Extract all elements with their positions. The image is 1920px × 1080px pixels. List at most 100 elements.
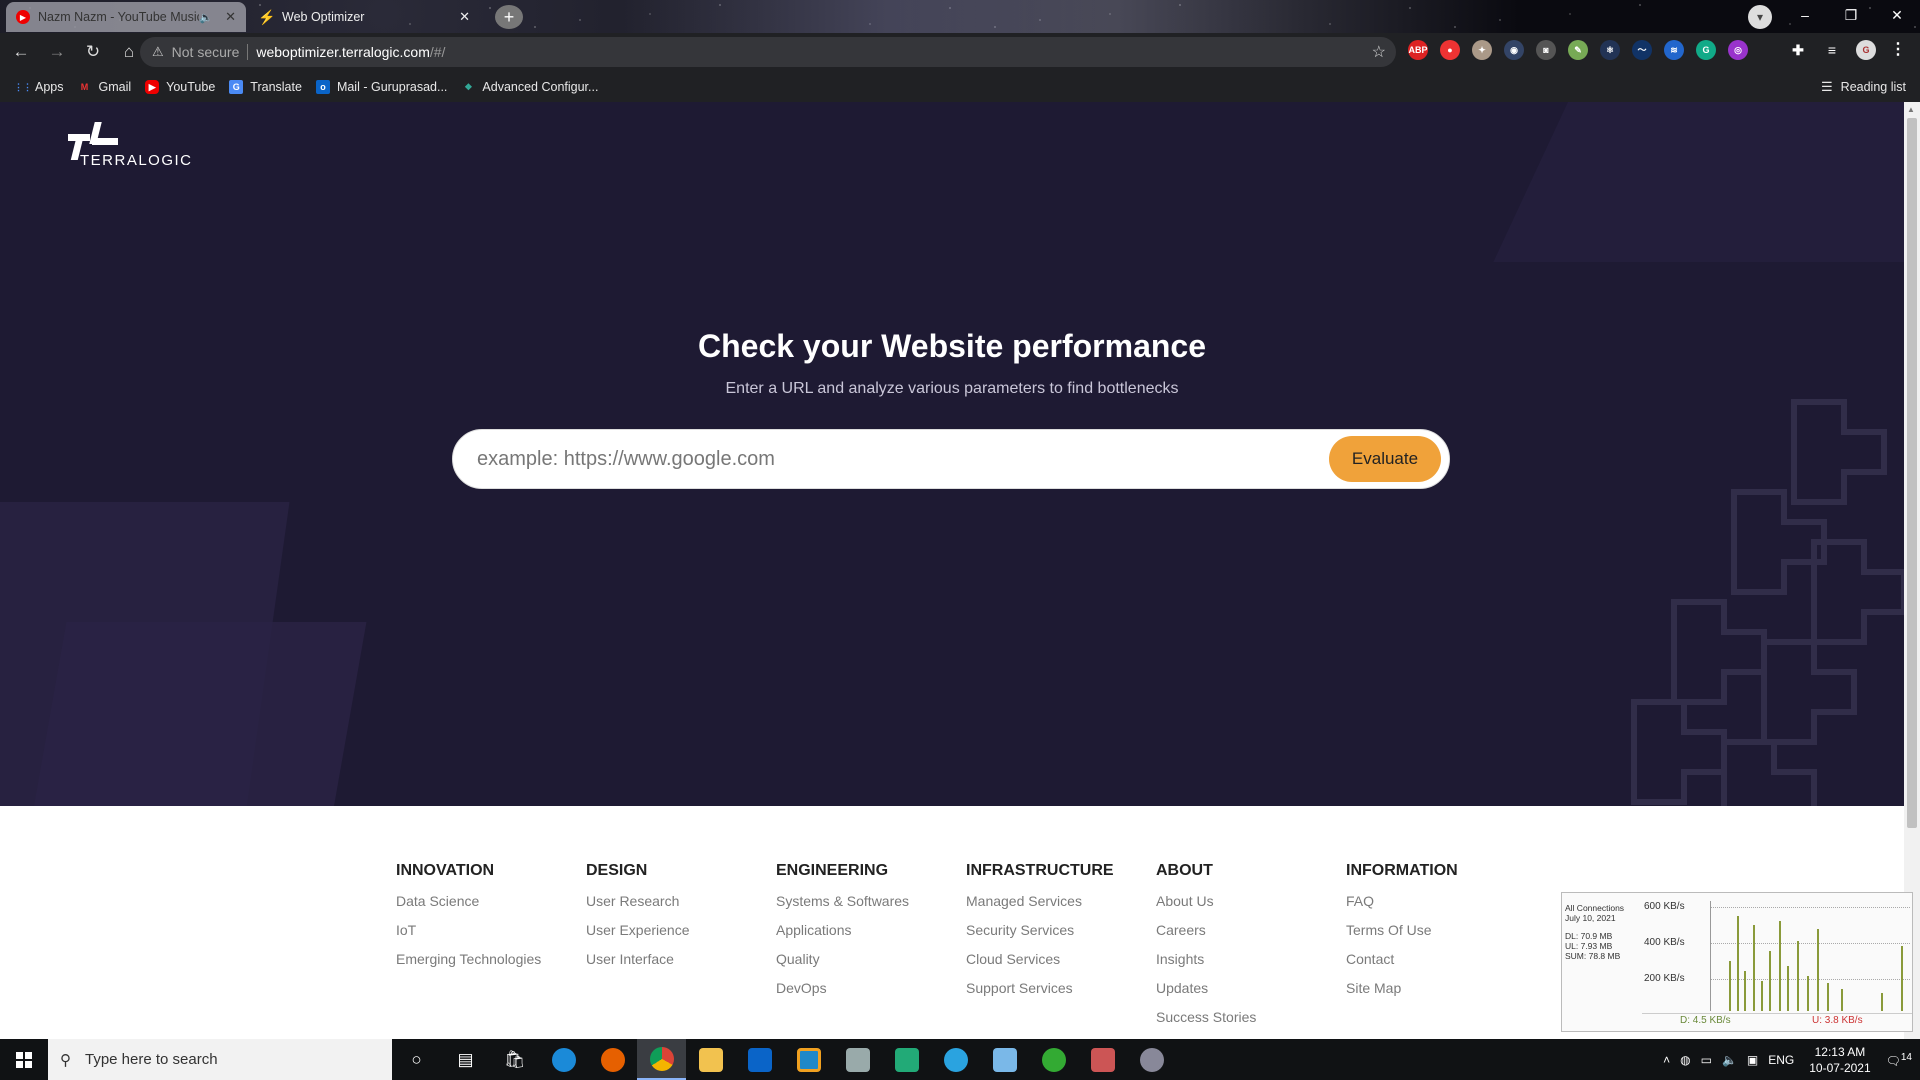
- warning-triangle-icon[interactable]: ⚠: [152, 44, 164, 60]
- store-icon[interactable]: 🛍: [490, 1039, 539, 1080]
- footer-link[interactable]: IoT: [396, 916, 541, 945]
- security-status[interactable]: Not secure: [172, 44, 240, 60]
- footer-link[interactable]: Emerging Technologies: [396, 945, 541, 974]
- rocket-app-icon[interactable]: [1127, 1039, 1176, 1080]
- back-arrow-icon[interactable]: ←: [6, 37, 36, 67]
- mongodb-icon[interactable]: [1029, 1039, 1078, 1080]
- footer-link[interactable]: Support Services: [966, 974, 1114, 1003]
- footer-link[interactable]: Contact: [1346, 945, 1458, 974]
- edge-icon[interactable]: [539, 1039, 588, 1080]
- start-button[interactable]: [0, 1039, 48, 1080]
- evaluate-button[interactable]: Evaluate: [1329, 436, 1441, 482]
- url-host[interactable]: weboptimizer.terralogic.com: [256, 44, 430, 60]
- battery-icon[interactable]: ▭: [1701, 1053, 1712, 1067]
- adblock-extension-icon[interactable]: ABP: [1408, 40, 1428, 60]
- tab-search-icon[interactable]: ▾: [1748, 5, 1772, 29]
- footer-link[interactable]: DevOps: [776, 974, 909, 1003]
- chrome-icon[interactable]: [637, 1039, 686, 1080]
- footer-link[interactable]: Success Stories: [1156, 1003, 1256, 1032]
- close-window-icon[interactable]: ✕: [1874, 0, 1920, 33]
- netmon-up-rate: U: 3.8 KB/s: [1812, 1015, 1863, 1026]
- netmon-bar: [1827, 983, 1829, 1011]
- task-view-icon[interactable]: ▤: [441, 1039, 490, 1080]
- spreadsheet-app-icon[interactable]: [882, 1039, 931, 1080]
- footer-link[interactable]: User Research: [586, 887, 690, 916]
- security-tray-icon[interactable]: ◍: [1680, 1053, 1690, 1067]
- grammarly-extension-icon[interactable]: G: [1696, 40, 1716, 60]
- pencil-extension-icon[interactable]: ✎: [1568, 40, 1588, 60]
- chevron-up-icon[interactable]: ˄: [1663, 1053, 1670, 1067]
- close-tab-icon[interactable]: ✕: [459, 9, 470, 25]
- footer-link[interactable]: Cloud Services: [966, 945, 1114, 974]
- terralogic-logo[interactable]: TERRALOGIC: [66, 120, 193, 169]
- camera-extension-icon[interactable]: ◙: [1536, 40, 1556, 60]
- bookmark-translate[interactable]: G Translate: [229, 79, 302, 94]
- media-queue-icon[interactable]: ≡: [1822, 40, 1842, 60]
- volume-icon[interactable]: 🔈: [1722, 1053, 1737, 1067]
- reload-icon[interactable]: ↻: [78, 37, 108, 67]
- footer-link[interactable]: User Experience: [586, 916, 690, 945]
- bookmark-label: Mail - Guruprasad...: [336, 79, 448, 94]
- netmon-bar: [1729, 961, 1731, 1011]
- purple-extension-icon[interactable]: ◎: [1728, 40, 1748, 60]
- url-path[interactable]: /#/: [430, 44, 446, 60]
- pocket-extension-icon[interactable]: ●: [1440, 40, 1460, 60]
- wave-extension-icon[interactable]: 〜: [1632, 40, 1652, 60]
- url-input[interactable]: [477, 447, 1329, 471]
- pc-app-icon[interactable]: [833, 1039, 882, 1080]
- outlook-taskbar-icon[interactable]: [735, 1039, 784, 1080]
- footer-link[interactable]: User Interface: [586, 945, 690, 974]
- tab-web-optimizer[interactable]: ⚡ Web Optimizer ✕: [250, 2, 480, 32]
- language-indicator[interactable]: ENG: [1768, 1053, 1794, 1067]
- footer-link[interactable]: Insights: [1156, 945, 1256, 974]
- stack-extension-icon[interactable]: ≋: [1664, 40, 1684, 60]
- footer-link[interactable]: Systems & Softwares: [776, 887, 909, 916]
- footer-link[interactable]: Updates: [1156, 974, 1256, 1003]
- reading-list-button[interactable]: ☰ Reading list: [1821, 79, 1906, 95]
- notification-center-icon[interactable]: 🗨14: [1886, 1052, 1912, 1068]
- bookmark-star-icon[interactable]: ☆: [1372, 42, 1386, 62]
- forward-arrow-icon[interactable]: →: [42, 37, 72, 67]
- minimize-icon[interactable]: –: [1782, 0, 1828, 33]
- notes-app-icon[interactable]: [980, 1039, 1029, 1080]
- scrollbar-thumb[interactable]: [1907, 118, 1917, 828]
- taskbar-search[interactable]: ⚲ Type here to search: [48, 1039, 392, 1080]
- network-icon[interactable]: ▣: [1747, 1053, 1758, 1067]
- footer-link[interactable]: Careers: [1156, 916, 1256, 945]
- clock[interactable]: 12:13 AM 10-07-2021: [1809, 1044, 1870, 1076]
- bookmark-gmail[interactable]: M Gmail: [78, 80, 131, 94]
- virtual-desktop-icon[interactable]: [784, 1039, 833, 1080]
- network-monitor-widget[interactable]: All Connections July 10, 2021 DL: 70.9 M…: [1561, 892, 1913, 1032]
- footer-link[interactable]: Terms Of Use: [1346, 916, 1458, 945]
- address-bar[interactable]: ⚠ Not secure weboptimizer.terralogic.com…: [140, 37, 1396, 67]
- speaker-muted-icon[interactable]: 🔈: [199, 11, 213, 24]
- footer-link[interactable]: Security Services: [966, 916, 1114, 945]
- footer-link[interactable]: FAQ: [1346, 887, 1458, 916]
- footer-link[interactable]: Site Map: [1346, 974, 1458, 1003]
- close-tab-icon[interactable]: ✕: [225, 9, 236, 25]
- scroll-up-arrow-icon[interactable]: ▲: [1907, 105, 1915, 114]
- more-menu-icon[interactable]: ⋮: [1888, 40, 1908, 60]
- tab-youtube-music[interactable]: ▶ Nazm Nazm - YouTube Music 🔈 ✕: [6, 2, 246, 32]
- bookmark-youtube[interactable]: ▶ YouTube: [145, 79, 215, 94]
- footer-link[interactable]: About Us: [1156, 887, 1256, 916]
- cortana-icon[interactable]: ○: [392, 1039, 441, 1080]
- profile-avatar-icon[interactable]: G: [1856, 40, 1876, 60]
- footer-link[interactable]: Managed Services: [966, 887, 1114, 916]
- bookmark-apps[interactable]: ⋮⋮ Apps: [14, 80, 64, 94]
- extensions-puzzle-icon[interactable]: ✚: [1788, 40, 1808, 60]
- globe-extension-icon[interactable]: ◉: [1504, 40, 1524, 60]
- firefox-icon[interactable]: [588, 1039, 637, 1080]
- footer-link[interactable]: Quality: [776, 945, 909, 974]
- footer-link[interactable]: Applications: [776, 916, 909, 945]
- restore-icon[interactable]: ❐: [1828, 0, 1874, 33]
- footer-link[interactable]: Data Science: [396, 887, 541, 916]
- file-explorer-icon[interactable]: [686, 1039, 735, 1080]
- image-app-icon[interactable]: [1078, 1039, 1127, 1080]
- new-tab-button[interactable]: +: [495, 5, 523, 29]
- bookmark-advanced-config[interactable]: ❖ Advanced Configur...: [461, 80, 598, 94]
- bookmark-mail[interactable]: o Mail - Guruprasad...: [315, 79, 448, 94]
- puzzle-extension-icon[interactable]: ✦: [1472, 40, 1492, 60]
- react-extension-icon[interactable]: ⚛: [1600, 40, 1620, 60]
- cloud-app-icon[interactable]: [931, 1039, 980, 1080]
